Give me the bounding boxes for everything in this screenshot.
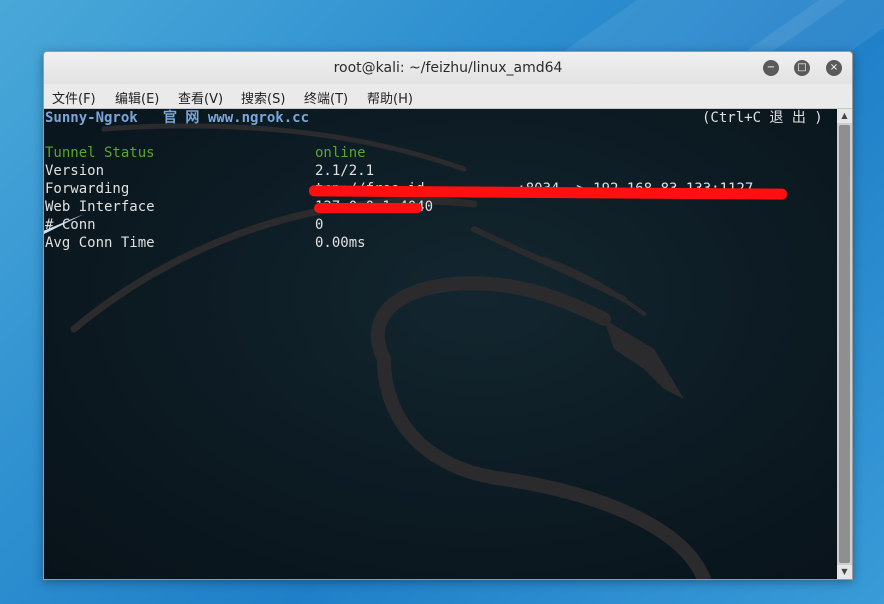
label-version: Version [45, 163, 105, 179]
redaction-mark [314, 203, 422, 213]
menu-file[interactable]: 文件(F) [52, 88, 96, 107]
value-tunnel-status: online [315, 145, 366, 161]
arrow-up-icon: ▲ [841, 111, 848, 120]
minimize-icon: − [766, 62, 776, 73]
window-title: root@kali: ~/feizhu/linux_amd64 [333, 60, 563, 76]
vertical-scrollbar[interactable]: ▲ ▼ [837, 109, 852, 579]
scroll-down-button[interactable]: ▼ [837, 565, 852, 579]
close-button[interactable]: × [826, 60, 842, 76]
label-web-interface: Web Interface [45, 199, 155, 215]
exit-hint: (Ctrl+C 退 出 ) [702, 110, 823, 126]
kali-dragon-watermark [44, 123, 711, 579]
label-tunnel-status: Tunnel Status [45, 145, 155, 161]
menu-search[interactable]: 搜索(S) [241, 88, 285, 107]
menu-edit[interactable]: 编辑(E) [115, 88, 159, 107]
terminal-output[interactable]: Sunny-Ngrok 官 网 www.ngrok.cc (Ctrl+C 退 出… [44, 109, 837, 579]
label-conn: # Conn [45, 217, 96, 233]
label-avg-conn-time: Avg Conn Time [45, 235, 155, 251]
menu-view[interactable]: 查看(V) [178, 88, 223, 107]
title-bar[interactable]: root@kali: ~/feizhu/linux_amd64 − □ × [44, 52, 852, 84]
scroll-up-button[interactable]: ▲ [837, 109, 852, 123]
value-avg-conn-time: 0.00ms [315, 235, 366, 251]
value-version: 2.1/2.1 [315, 163, 375, 179]
menu-terminal[interactable]: 终端(T) [304, 88, 348, 107]
value-conn: 0 [315, 217, 324, 233]
terminal-window[interactable]: root@kali: ~/feizhu/linux_amd64 − □ × 文件… [43, 51, 853, 580]
header-line: Sunny-Ngrok 官 网 www.ngrok.cc [45, 110, 310, 126]
label-forwarding: Forwarding [45, 181, 130, 197]
arrow-down-icon: ▼ [841, 567, 848, 576]
menu-help[interactable]: 帮助(H) [367, 88, 413, 107]
scrollbar-thumb[interactable] [839, 125, 850, 563]
close-icon: × [829, 62, 839, 73]
menu-bar: 文件(F) 编辑(E) 查看(V) 搜索(S) 终端(T) 帮助(H) [44, 84, 852, 109]
maximize-icon: □ [797, 62, 807, 73]
maximize-button[interactable]: □ [794, 60, 810, 76]
minimize-button[interactable]: − [763, 60, 779, 76]
